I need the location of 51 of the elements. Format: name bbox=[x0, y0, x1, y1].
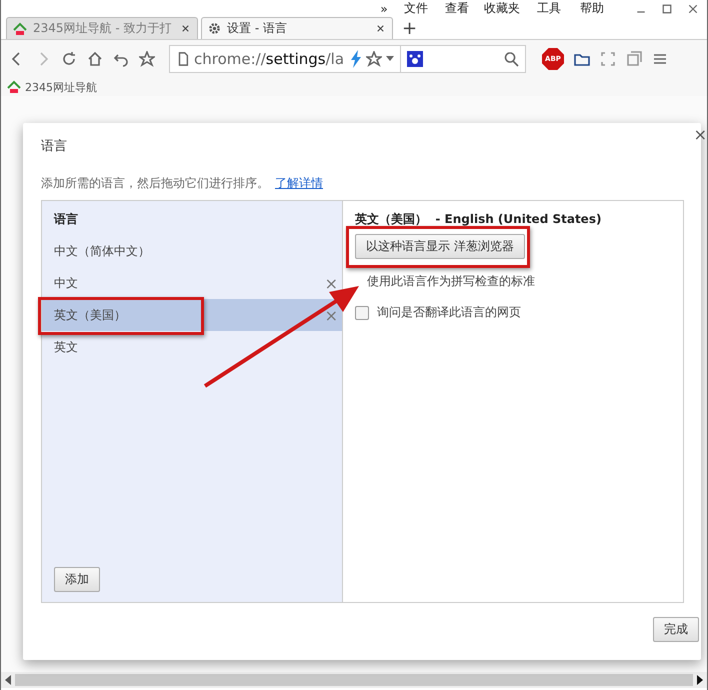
spellcheck-text: 使用此语言作为拼写检查的标准 bbox=[367, 273, 535, 290]
search-field[interactable] bbox=[401, 45, 526, 73]
menu-item[interactable]: 收藏夹 bbox=[477, 0, 527, 17]
menu-item[interactable]: 帮助 bbox=[571, 0, 613, 17]
language-item[interactable]: 英文（美国） × bbox=[42, 299, 342, 331]
list-header: 语言 bbox=[52, 211, 79, 228]
close-icon[interactable] bbox=[687, 2, 699, 14]
fullscreen-icon[interactable] bbox=[600, 51, 616, 67]
scrollbar-thumb[interactable] bbox=[15, 674, 693, 686]
dialog-title: 语言 bbox=[41, 138, 68, 155]
menu-item[interactable]: 工具 bbox=[527, 0, 571, 17]
close-icon[interactable] bbox=[375, 23, 386, 34]
add-button[interactable]: 添加 bbox=[54, 567, 100, 592]
close-icon[interactable] bbox=[180, 23, 191, 34]
language-item[interactable]: 中文 × bbox=[42, 267, 342, 299]
paw-icon bbox=[407, 51, 423, 67]
bookmark-link[interactable]: 2345网址导航 bbox=[25, 80, 97, 94]
learn-more-link[interactable]: 了解详情 bbox=[275, 176, 323, 190]
maximize-icon[interactable] bbox=[661, 2, 673, 14]
url-text: chrome://settings/la bbox=[194, 50, 346, 68]
menu-icon[interactable] bbox=[652, 51, 668, 67]
close-button[interactable]: × bbox=[694, 125, 707, 144]
search-icon[interactable] bbox=[503, 51, 519, 67]
home-icon[interactable] bbox=[87, 51, 103, 67]
caret-icon[interactable] bbox=[386, 56, 394, 62]
remove-button[interactable]: × bbox=[324, 274, 338, 292]
gear-icon bbox=[208, 22, 221, 35]
browser-tab[interactable]: 设置 - 语言 bbox=[201, 17, 393, 39]
lightning-icon[interactable] bbox=[350, 50, 362, 68]
star-icon[interactable] bbox=[139, 51, 155, 67]
reload-icon[interactable] bbox=[61, 51, 77, 67]
language-title: 英文（美国） - English (United States) bbox=[355, 211, 602, 228]
menu-item[interactable]: » bbox=[373, 2, 395, 16]
page-icon[interactable] bbox=[176, 52, 190, 66]
menu-item[interactable]: 查看 bbox=[437, 0, 477, 17]
checkbox-label: 询问是否翻译此语言的网页 bbox=[377, 304, 521, 321]
description-text: 添加所需的语言，然后拖动它们进行排序。 了解详情 bbox=[41, 175, 324, 192]
translate-checkbox[interactable] bbox=[355, 306, 369, 320]
done-button[interactable]: 完成 bbox=[653, 617, 699, 642]
menu-item[interactable]: 文件 bbox=[395, 0, 437, 17]
address-bar[interactable]: chrome://settings/la bbox=[169, 45, 401, 73]
house-icon bbox=[13, 22, 27, 36]
windows-icon[interactable] bbox=[626, 51, 642, 67]
language-item[interactable]: 英文 bbox=[42, 331, 342, 363]
new-tab-button[interactable]: + bbox=[402, 19, 418, 39]
language-item[interactable]: 中文（简体中文） bbox=[42, 235, 342, 267]
house-icon bbox=[7, 80, 21, 94]
star-icon[interactable] bbox=[366, 51, 382, 67]
display-language-button[interactable]: 以这种语言显示 洋葱浏览器 bbox=[355, 234, 525, 259]
scroll-right-icon[interactable] bbox=[695, 675, 703, 685]
scroll-left-icon[interactable] bbox=[5, 675, 13, 685]
